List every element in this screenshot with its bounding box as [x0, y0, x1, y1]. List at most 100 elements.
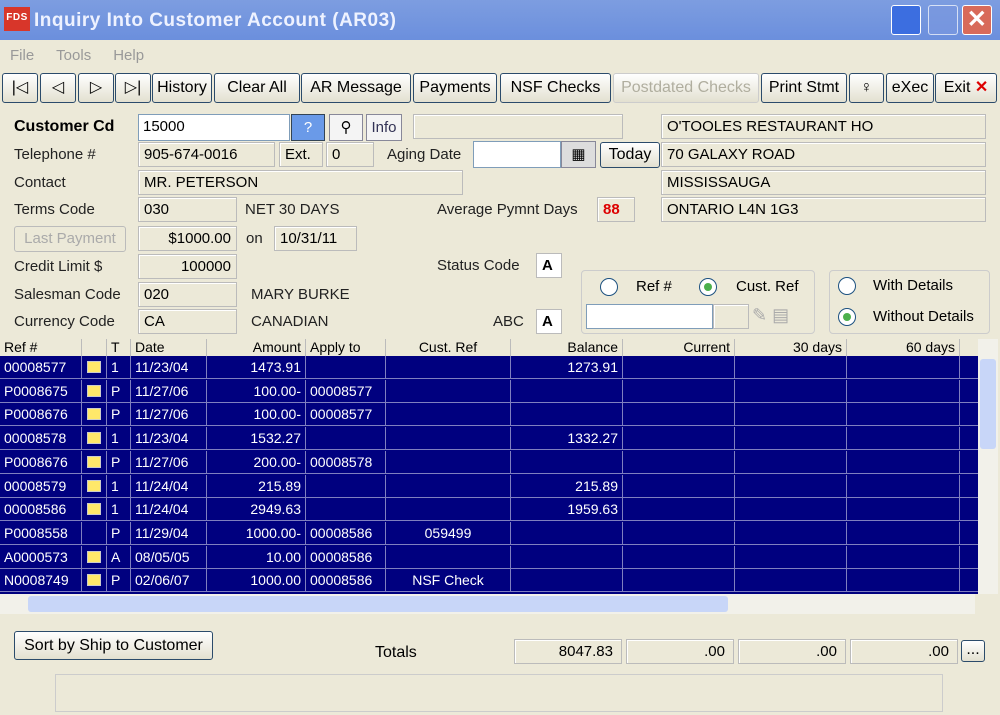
folder-icon-cell[interactable]	[82, 569, 107, 593]
cell-type[interactable]: P	[107, 450, 131, 474]
cell-current[interactable]	[623, 569, 735, 593]
column-header-extra[interactable]	[960, 339, 978, 356]
cell-cust-ref[interactable]	[386, 474, 511, 498]
folder-icon[interactable]	[87, 384, 101, 397]
calendar-button[interactable]: ▦	[561, 141, 596, 168]
cust-ref-radio[interactable]	[699, 278, 717, 296]
cell-ref[interactable]: 00008586	[0, 498, 82, 522]
cell-balance[interactable]: 1273.91	[511, 356, 623, 379]
cell-balance[interactable]	[511, 569, 623, 593]
cell-amount[interactable]: 215.89	[207, 474, 306, 498]
column-header-icon[interactable]	[82, 339, 107, 356]
cell-30-days[interactable]	[735, 498, 847, 522]
last-payment-button[interactable]: Last Payment	[14, 226, 126, 252]
folder-icon-cell[interactable]	[82, 450, 107, 474]
with-details-radio[interactable]	[838, 277, 856, 295]
cell-extra[interactable]	[960, 475, 978, 498]
cell-ref[interactable]: P0008676	[0, 450, 82, 474]
close-button[interactable]: ✕	[962, 5, 992, 35]
cell-ref[interactable]: A0000573	[0, 545, 82, 569]
cell-apply-to[interactable]: 00008577	[306, 403, 386, 427]
cell-date[interactable]: 11/27/06	[131, 450, 207, 474]
edit-notes-icon[interactable]: ✎ ▤	[752, 305, 812, 329]
cell-apply-to[interactable]: 00008586	[306, 521, 386, 545]
cell-30-days[interactable]	[735, 474, 847, 498]
cell-30-days[interactable]	[735, 545, 847, 569]
cell-apply-to[interactable]: 00008586	[306, 545, 386, 569]
cell-60-days[interactable]	[847, 521, 960, 545]
cell-date[interactable]: 11/23/04	[131, 427, 207, 451]
cell-extra[interactable]	[960, 451, 978, 474]
ar-message-button[interactable]: AR Message	[301, 73, 411, 103]
cell-balance[interactable]	[511, 521, 623, 545]
cell-current[interactable]	[623, 498, 735, 522]
cell-60-days[interactable]	[847, 545, 960, 569]
clear-all-button[interactable]: Clear All	[214, 73, 300, 103]
cell-apply-to[interactable]	[306, 498, 386, 522]
cell-type[interactable]: 1	[107, 356, 131, 379]
cell-amount[interactable]: 2949.63	[207, 498, 306, 522]
cell-ref[interactable]: 00008579	[0, 474, 82, 498]
column-header-current[interactable]: Current	[623, 339, 735, 356]
exec-button[interactable]: eXec	[886, 73, 934, 103]
cell-date[interactable]: 11/24/04	[131, 498, 207, 522]
cell-60-days[interactable]	[847, 569, 960, 593]
cell-amount[interactable]: 1000.00-	[207, 521, 306, 545]
next-record-button[interactable]: ▷	[78, 73, 114, 103]
cell-date[interactable]: 11/27/06	[131, 403, 207, 427]
cell-current[interactable]	[623, 379, 735, 403]
info-button[interactable]: Info	[366, 114, 402, 141]
cell-apply-to[interactable]	[306, 356, 386, 379]
folder-icon[interactable]	[87, 455, 101, 468]
cell-extra[interactable]	[960, 522, 978, 545]
cell-date[interactable]: 02/06/07	[131, 569, 207, 593]
cell-cust-ref[interactable]	[386, 498, 511, 522]
vertical-scroll-thumb[interactable]	[980, 359, 996, 449]
cell-30-days[interactable]	[735, 379, 847, 403]
cell-date[interactable]: 11/29/04	[131, 521, 207, 545]
cell-balance[interactable]	[511, 379, 623, 403]
cell-apply-to[interactable]	[306, 474, 386, 498]
today-button[interactable]: Today	[600, 142, 660, 168]
cell-60-days[interactable]	[847, 450, 960, 474]
cell-cust-ref[interactable]: 059499	[386, 521, 511, 545]
cell-type[interactable]: 1	[107, 474, 131, 498]
cell-cust-ref[interactable]: NSF Check	[386, 569, 511, 593]
column-header-30-days[interactable]: 30 days	[735, 339, 847, 356]
cell-type[interactable]: P	[107, 403, 131, 427]
cell-extra[interactable]	[960, 546, 978, 569]
exit-button[interactable]: Exit ✕	[935, 73, 997, 103]
lookup-bulb-button[interactable]: ♀	[849, 73, 884, 103]
cell-current[interactable]	[623, 474, 735, 498]
folder-icon-cell[interactable]	[82, 427, 107, 451]
column-header-cust-ref[interactable]: Cust. Ref	[386, 339, 511, 356]
cell-60-days[interactable]	[847, 403, 960, 427]
folder-icon[interactable]	[87, 361, 101, 373]
cell-current[interactable]	[623, 450, 735, 474]
cell-date[interactable]: 11/23/04	[131, 356, 207, 379]
folder-icon[interactable]	[87, 479, 101, 492]
folder-icon-cell[interactable]	[82, 379, 107, 403]
cell-30-days[interactable]	[735, 427, 847, 451]
cell-balance[interactable]	[511, 545, 623, 569]
vertical-scrollbar[interactable]	[978, 339, 998, 594]
history-button[interactable]: History	[152, 73, 212, 103]
cell-extra[interactable]	[960, 403, 978, 427]
column-header-amount[interactable]: Amount	[207, 339, 306, 356]
binoculars-search-button[interactable]: ⚲	[329, 114, 363, 141]
cell-type[interactable]: P	[107, 521, 131, 545]
cell-amount[interactable]: 1532.27	[207, 427, 306, 451]
cell-date[interactable]: 08/05/05	[131, 545, 207, 569]
ref-radio[interactable]	[600, 278, 618, 296]
menu-file[interactable]: File	[10, 47, 34, 64]
more-totals-button[interactable]: ...	[961, 640, 985, 662]
minimize-button[interactable]	[891, 5, 921, 35]
prev-record-button[interactable]: ◁	[40, 73, 76, 103]
cell-type[interactable]: P	[107, 569, 131, 593]
cell-extra[interactable]	[960, 380, 978, 403]
cell-cust-ref[interactable]	[386, 356, 511, 379]
column-header-date[interactable]: Date	[131, 339, 207, 356]
print-stmt-button[interactable]: Print Stmt	[761, 73, 847, 103]
cell-balance[interactable]	[511, 450, 623, 474]
cell-extra[interactable]	[960, 356, 978, 379]
